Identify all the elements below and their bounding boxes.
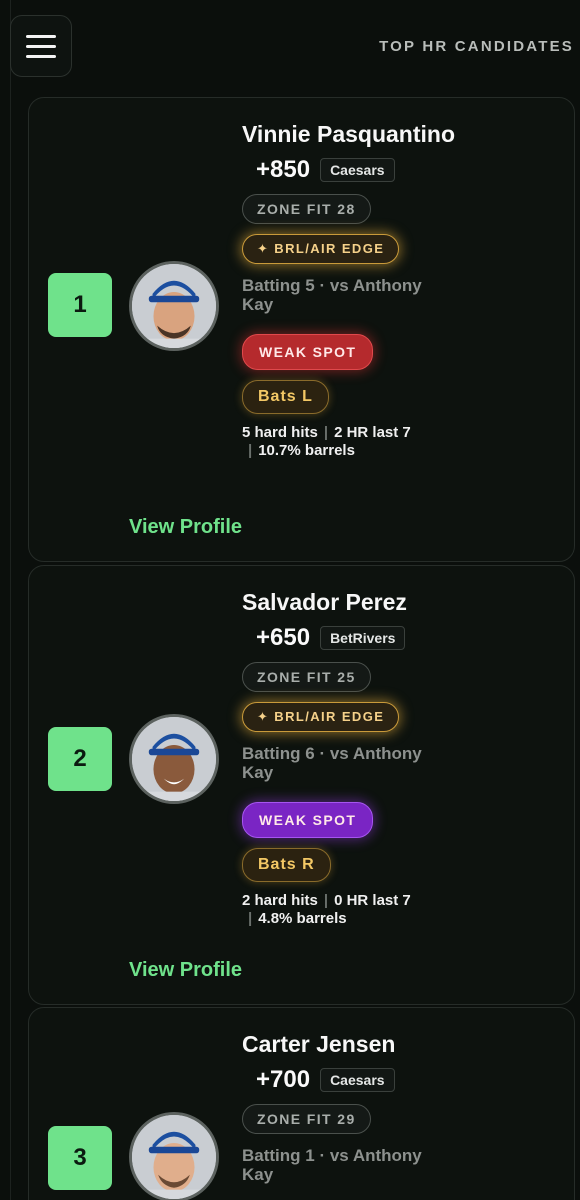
stat-separator: | [323,892,329,909]
candidate-card: 2 Salvador Perez +650 BetRivers ZONE FIT… [28,565,575,1005]
zone-fit-badge: ZONE FIT 28 [242,194,371,224]
zone-fit-badge: ZONE FIT 25 [242,662,371,692]
player-photo-icon [132,264,216,348]
weak-spot-badge: WEAK SPOT [242,334,374,370]
left-rail-divider [10,0,11,1200]
player-avatar [129,261,219,351]
odds-value: +700 [256,1066,311,1093]
player-avatar [129,1112,219,1200]
player-name: Salvador Perez [242,589,407,615]
player-photo-icon [132,1115,216,1199]
sportsbook-badge: Caesars [320,1068,395,1092]
weak-spot-badge: WEAK SPOT [242,802,374,838]
candidate-info: Carter Jensen +700 Caesars ZONE FIT 29 B… [242,1032,472,1184]
view-profile-link[interactable]: View Profile [129,959,242,982]
odds-row: +650 BetRivers [256,624,472,652]
rank-badge: 1 [48,273,112,337]
odds-value: +650 [256,624,311,651]
player-photo-icon [132,717,216,801]
odds-value: +850 [256,156,311,183]
menu-button[interactable] [10,15,72,77]
barrels-stat: 4.8% barrels [258,910,347,927]
brl-air-edge-badge: ✦ BRL/AIR EDGE [242,234,400,264]
bats-hand-badge: Bats R [242,848,331,882]
hamburger-menu-icon-line [26,44,56,48]
odds-row: +700 Caesars [256,1066,472,1094]
odds-row: +850 Caesars [256,156,472,184]
candidate-card: 3 Carter Jensen +700 Caesars ZONE FIT 29… [28,1007,575,1200]
sportsbook-badge: BetRivers [320,626,406,650]
rank-badge: 2 [48,727,112,791]
page-title: TOP HR CANDIDATES [379,38,574,55]
hr-last-stat: 0 HR last 7 [334,892,411,909]
candidate-card: 1 Vinnie Pasquantino +850 Caesars ZONE F… [28,97,575,562]
batting-order-text: Batting 1 · vs Anthony Kay [242,1146,422,1184]
bats-hand-badge: Bats L [242,380,329,414]
candidate-info: Vinnie Pasquantino +850 Caesars ZONE FIT… [242,122,472,460]
brl-air-edge-badge: ✦ BRL/AIR EDGE [242,702,400,732]
hard-hits-stat: 5 hard hits [242,424,318,441]
recent-stats: 5 hard hits | 2 HR last 7 | 10.7% barrels [242,424,462,460]
hamburger-menu-icon [26,34,56,38]
batting-order-text: Batting 6 · vs Anthony Kay [242,744,422,782]
view-profile-link[interactable]: View Profile [129,516,242,539]
hard-hits-stat: 2 hard hits [242,892,318,909]
rank-badge: 3 [48,1126,112,1190]
top-bar: TOP HR CANDIDATES [0,0,580,92]
player-name: Vinnie Pasquantino [242,121,455,147]
batting-order-text: Batting 5 · vs Anthony Kay [242,276,422,314]
stat-separator: | [323,424,329,441]
hr-last-stat: 2 HR last 7 [334,424,411,441]
candidate-info: Salvador Perez +650 BetRivers ZONE FIT 2… [242,590,472,928]
player-name: Carter Jensen [242,1031,396,1057]
hamburger-menu-icon-line [26,54,56,58]
player-avatar [129,714,219,804]
barrels-stat: 10.7% barrels [258,442,355,459]
sportsbook-badge: Caesars [320,158,395,182]
stat-separator: | [248,910,253,927]
stat-separator: | [248,442,253,459]
zone-fit-badge: ZONE FIT 29 [242,1104,371,1134]
recent-stats: 2 hard hits | 0 HR last 7 | 4.8% barrels [242,892,462,928]
